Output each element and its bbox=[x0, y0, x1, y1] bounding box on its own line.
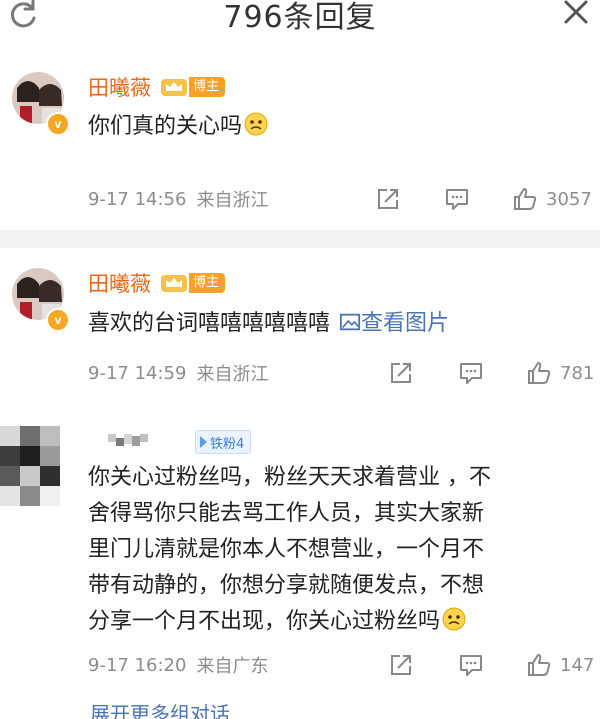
comment-button[interactable] bbox=[458, 358, 484, 388]
share-icon bbox=[391, 655, 411, 675]
comment-icon bbox=[446, 189, 468, 210]
comment-text: 你们真的关心吗 bbox=[88, 109, 268, 145]
view-image-link[interactable]: 查看图片 bbox=[337, 311, 449, 336]
fan-badge-icon bbox=[200, 436, 207, 448]
header-bar: 796条回复 bbox=[0, 0, 600, 53]
share-icon bbox=[378, 189, 398, 209]
comment-location: 来自浙江 bbox=[196, 364, 269, 385]
author-name[interactable]: 田曦薇 bbox=[88, 268, 151, 298]
comment-time: 9-17 14:56 bbox=[88, 188, 187, 210]
share-button[interactable] bbox=[375, 184, 401, 214]
page-title: 796条回复 bbox=[223, 0, 377, 35]
comment-time: 9-17 14:59 bbox=[88, 362, 187, 384]
comment-location: 来自广东 bbox=[196, 656, 269, 677]
comment-location: 来自浙江 bbox=[196, 190, 269, 211]
sad-emoji-icon bbox=[244, 112, 268, 136]
image-icon bbox=[339, 313, 361, 331]
share-button[interactable] bbox=[388, 650, 414, 680]
verified-badge-icon: v bbox=[46, 112, 70, 136]
reply-page: 796条回复 v 田曦薇 博主 你们真的关心吗 9-17 14:56 来自浙江 … bbox=[0, 0, 600, 719]
author-name[interactable] bbox=[108, 432, 150, 450]
sad-emoji-icon bbox=[442, 607, 466, 631]
like-count: 147 bbox=[560, 654, 595, 676]
comment-text: 你关心过粉丝吗，粉丝天天求着营业 ，不 舍得骂你只能去骂工作人员，其实大家新 里… bbox=[88, 465, 491, 634]
blogger-badge: 博主 bbox=[189, 77, 226, 97]
author-name[interactable]: 田曦薇 bbox=[88, 72, 151, 102]
like-count: 3057 bbox=[546, 188, 592, 210]
comment-icon bbox=[460, 363, 482, 384]
like-icon bbox=[528, 362, 551, 384]
like-icon bbox=[514, 188, 537, 210]
share-icon bbox=[391, 363, 411, 383]
close-icon[interactable] bbox=[558, 0, 592, 32]
like-count: 781 bbox=[560, 362, 595, 384]
crown-icon bbox=[161, 79, 187, 96]
fan-level-badge: 铁粉4 bbox=[195, 430, 252, 454]
comment-button[interactable] bbox=[444, 184, 470, 214]
like-icon bbox=[528, 654, 551, 676]
comment-item: 铁粉4 你关心过粉丝吗，粉丝天天求着营业 ，不 舍得骂你只能去骂工作人员，其实大… bbox=[0, 408, 600, 698]
comment-icon bbox=[460, 655, 482, 676]
expand-conversation-link[interactable]: 展开更多组对话 bbox=[90, 698, 230, 719]
like-button[interactable]: 781 bbox=[526, 358, 594, 388]
comment-item: v 田曦薇 博主 你们真的关心吗 9-17 14:56 来自浙江 3057 bbox=[0, 52, 600, 227]
avatar[interactable] bbox=[0, 426, 70, 518]
like-button[interactable]: 147 bbox=[526, 650, 594, 680]
comment-button[interactable] bbox=[458, 650, 484, 680]
share-button[interactable] bbox=[388, 358, 414, 388]
blogger-badge: 博主 bbox=[189, 273, 226, 293]
crown-icon bbox=[161, 275, 187, 292]
like-button[interactable]: 3057 bbox=[512, 184, 592, 214]
comment-item: v 田曦薇 博主 喜欢的台词嘻嘻嘻嘻嘻嘻 查看图片 9-17 14:59 来自浙… bbox=[0, 248, 600, 408]
section-divider bbox=[0, 230, 600, 248]
comment-time: 9-17 16:20 bbox=[88, 654, 187, 676]
verified-badge-icon: v bbox=[46, 308, 70, 332]
comment-text: 喜欢的台词嘻嘻嘻嘻嘻嘻 查看图片 bbox=[88, 311, 450, 336]
